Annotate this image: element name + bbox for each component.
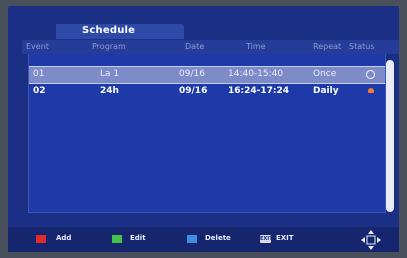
- title-tab: Schedule: [56, 24, 184, 39]
- column-header-event: Event: [26, 42, 49, 51]
- table-header: Event Program Date Time Repeat Status: [22, 40, 399, 54]
- schedule-list: 01 La 1 09/16 14:40-15:40 Once 02 24h 09…: [28, 54, 386, 213]
- program-cell: 24h: [100, 86, 119, 96]
- date-cell: 09/16: [179, 69, 205, 79]
- time-cell: 14:40-15:40: [228, 69, 284, 79]
- event-cell: 01: [33, 69, 45, 79]
- repeat-cell: Once: [313, 69, 337, 79]
- event-cell: 02: [33, 86, 46, 96]
- scrollbar[interactable]: [386, 60, 394, 212]
- edit-button[interactable]: Edit: [130, 234, 146, 242]
- alarm-icon: [368, 88, 374, 93]
- tv-screen: Schedule Event Program Date Time Repeat …: [0, 0, 407, 258]
- column-header-status: Status: [349, 42, 375, 51]
- table-row[interactable]: 02 24h 09/16 16:24-17:24 Daily: [29, 84, 385, 100]
- date-cell: 09/16: [179, 86, 208, 96]
- green-key-icon: [112, 235, 122, 243]
- page-title: Schedule: [82, 25, 136, 36]
- column-header-program: Program: [92, 42, 126, 51]
- repeat-cell: Daily: [313, 86, 339, 96]
- footer-bar: Add Edit Delete EXIT EXIT: [8, 227, 399, 252]
- time-cell: 16:24-17:24: [228, 86, 290, 96]
- column-header-repeat: Repeat: [313, 42, 342, 51]
- exit-button[interactable]: EXIT: [276, 234, 294, 242]
- program-cell: La 1: [100, 69, 120, 79]
- empty-circle-icon: [366, 70, 375, 79]
- table-row[interactable]: 01 La 1 09/16 14:40-15:40 Once: [29, 66, 385, 84]
- exit-key-icon: EXIT: [260, 235, 273, 243]
- blue-key-icon: [187, 235, 197, 243]
- delete-button[interactable]: Delete: [205, 234, 231, 242]
- column-header-time: Time: [246, 42, 266, 51]
- red-key-icon: [36, 235, 46, 243]
- column-header-date: Date: [185, 42, 205, 51]
- navigation-arrows-icon: [361, 230, 381, 250]
- add-button[interactable]: Add: [56, 234, 71, 242]
